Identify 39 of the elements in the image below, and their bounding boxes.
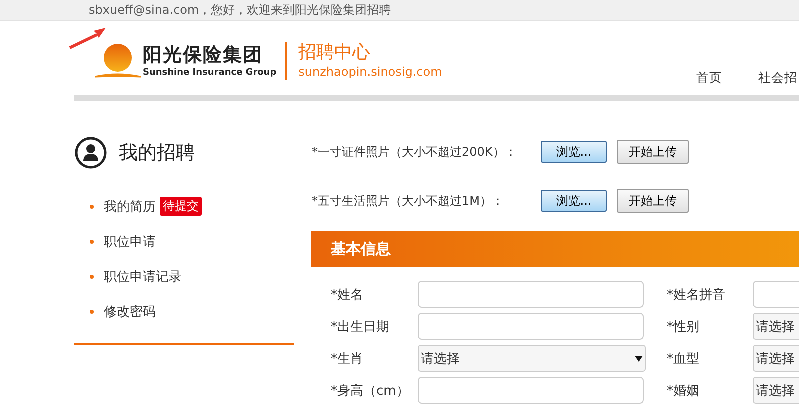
field-label: *出生日期 (331, 318, 390, 336)
field-label: *婚姻 (667, 382, 700, 400)
logo-name: 阳光保险集团 (143, 43, 264, 67)
sidebar-link[interactable]: 职位申请 (104, 232, 156, 250)
field-label: *性别 (667, 318, 700, 336)
site-title: 招聘中心 (298, 42, 372, 64)
sun-logo-icon (95, 43, 141, 79)
section-title: 基本信息 (331, 240, 391, 258)
sidebar-link[interactable]: 我的简历 (104, 198, 156, 216)
field-label: *姓名拼音 (667, 286, 726, 304)
sidebar-link[interactable]: 职位申请记录 (104, 268, 182, 286)
field-label: *身高（cm） (331, 382, 410, 400)
nav-link[interactable]: 首页 (696, 70, 722, 86)
upload-label: *一寸证件照片（大小不超过200K）： (312, 144, 518, 160)
upload-label: *五寸生活照片（大小不超过1M）： (312, 192, 505, 210)
field-label: *血型 (667, 350, 700, 368)
select-field[interactable]: 请选择 (418, 345, 646, 372)
browse-button[interactable]: 浏览... (541, 190, 607, 212)
upload-button[interactable]: 开始上传 (617, 140, 689, 164)
status-badge: 待提交 (160, 197, 202, 216)
field-label: *生肖 (331, 350, 364, 368)
field-label: *姓名 (331, 286, 364, 304)
select-field[interactable]: 请选择 (753, 345, 799, 372)
greeting-text: sbxueff@sina.com，您好，欢迎来到阳光保险集团招聘 (89, 2, 392, 18)
select-field[interactable]: 请选择 (753, 377, 799, 404)
caret-icon (635, 356, 643, 362)
logo-subtitle: Sunshine Insurance Group (143, 67, 277, 79)
sidebar-link[interactable]: 修改密码 (104, 302, 156, 320)
site-url: sunzhaopin.sinosig.com (298, 64, 442, 80)
browse-button[interactable]: 浏览... (541, 141, 607, 163)
user-icon (75, 137, 107, 169)
input-field[interactable] (418, 313, 644, 340)
arrow-icon (69, 27, 107, 49)
select-field[interactable]: 请选择 (753, 313, 799, 340)
upload-button[interactable]: 开始上传 (617, 189, 689, 213)
nav-link[interactable]: 社会招 (758, 70, 798, 86)
input-field[interactable] (418, 377, 644, 404)
input-field[interactable] (418, 281, 644, 308)
sidebar-title: 我的招聘 (119, 141, 195, 166)
